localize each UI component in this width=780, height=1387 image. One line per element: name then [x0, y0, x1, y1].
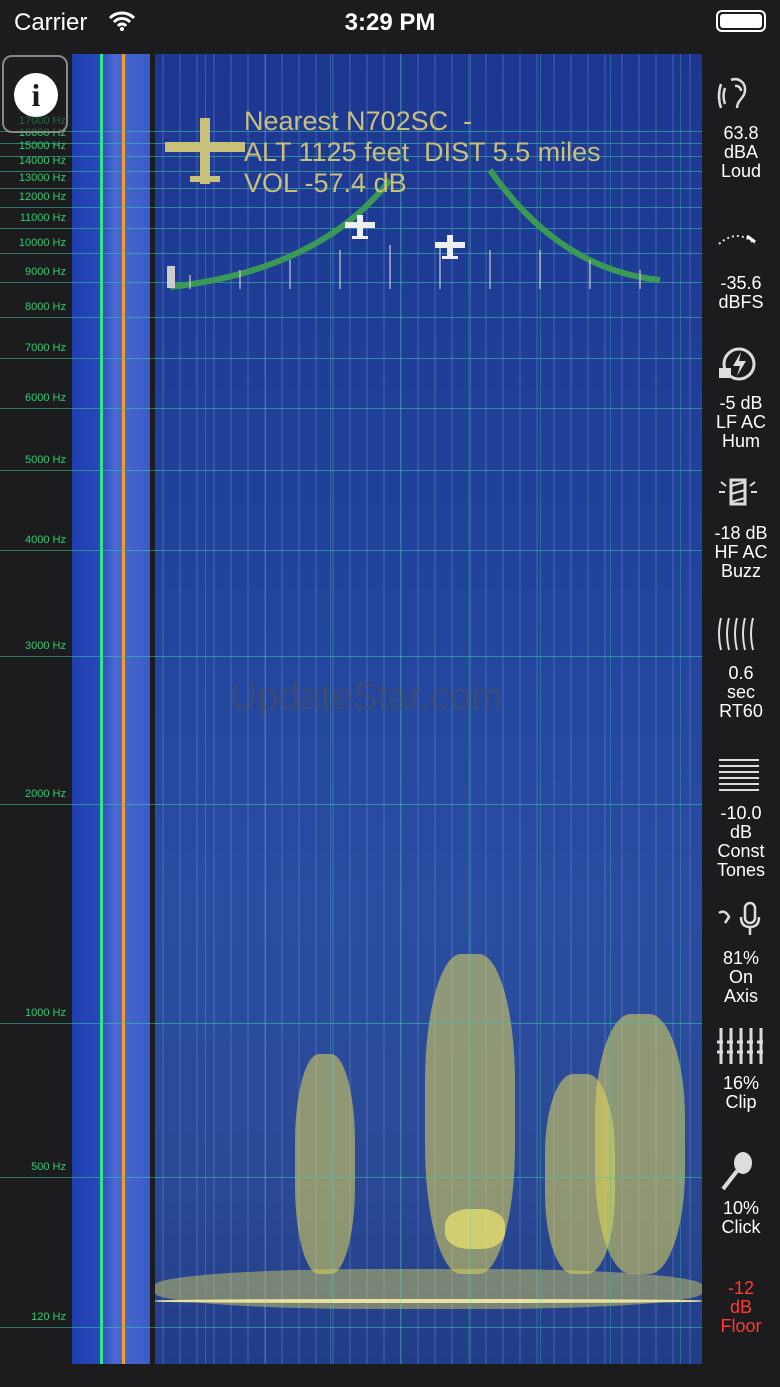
- metric-speaker-mic[interactable]: 81% On Axis: [702, 899, 780, 1006]
- metric-text: Click: [721, 1217, 761, 1237]
- metric-text: On: [728, 967, 753, 987]
- ear-icon: [717, 77, 747, 109]
- freq-label: 3000 Hz: [25, 640, 66, 652]
- metric-text: Loud: [720, 161, 762, 181]
- grid-line-vertical: [680, 54, 681, 1364]
- metric-meter[interactable]: -35.6 dBFS: [702, 224, 780, 312]
- watermark: UpdateStar.com: [230, 676, 503, 718]
- grid-line: [0, 804, 702, 805]
- plane-icon-small: [345, 215, 465, 259]
- freq-label: 9000 Hz: [25, 266, 66, 278]
- reverb-icon: [718, 617, 754, 651]
- metric-text: 10%: [722, 1198, 760, 1218]
- metric-text: LF AC: [715, 412, 767, 432]
- grid-line: [0, 1327, 702, 1328]
- metric-text: RT60: [719, 701, 763, 721]
- grid-line: [0, 358, 702, 359]
- freq-label: 4000 Hz: [25, 534, 66, 546]
- metric-bulb[interactable]: -18 dB HF AC Buzz: [702, 474, 780, 581]
- freq-label: 5000 Hz: [25, 454, 66, 466]
- grid-line: [0, 408, 702, 409]
- metric-text: 0.6: [728, 663, 754, 683]
- metric-text: Const: [717, 841, 765, 861]
- grid-line: [0, 317, 702, 318]
- freq-label: 12000 Hz: [18, 191, 66, 203]
- metric-text: 63.8: [723, 123, 759, 143]
- grid-line: [0, 1023, 702, 1024]
- metric-maraca[interactable]: 10% Click: [702, 1149, 780, 1237]
- info-icon: i: [14, 73, 58, 117]
- freq-label: 11000 Hz: [19, 212, 66, 224]
- frequency-axis: 17000 Hz16000 Hz15000 Hz14000 Hz13000 Hz…: [0, 54, 72, 1364]
- spectrum-trace-orange: [122, 54, 125, 1364]
- freq-label: 8000 Hz: [25, 301, 66, 313]
- bulb-icon: [719, 478, 757, 506]
- metric-text: Tones: [716, 860, 766, 880]
- grid-line: [0, 470, 702, 471]
- metric-text: 16%: [722, 1073, 760, 1093]
- meter-icon: [718, 234, 756, 245]
- freq-label: 500 Hz: [31, 1161, 66, 1173]
- metric-reverb[interactable]: 0.6 sec RT60: [702, 614, 780, 721]
- battery-icon: [716, 10, 766, 32]
- metric-clip[interactable]: 16% Clip: [702, 1024, 780, 1112]
- metric-text: -10.0: [720, 803, 762, 823]
- metrics-sidebar: 63.8 dBA Loud -35.6 dBFS -5 dB LF AC Hum -18 dB H…: [702, 54, 780, 1364]
- clip-icon: [717, 1028, 765, 1064]
- spectrum-trace-green: [100, 54, 103, 1364]
- grid-line: [0, 1177, 702, 1178]
- metric-text: Floor: [720, 1316, 762, 1336]
- freq-label: 15000 Hz: [18, 140, 66, 152]
- metric-text: HF AC: [714, 542, 768, 562]
- metric-plug-lightning[interactable]: -5 dB LF AC Hum: [702, 344, 780, 451]
- aircraft-info: Nearest N702SC - ALT 1125 feet DIST 5.5 m…: [244, 106, 601, 198]
- metric-text: -12: [727, 1278, 754, 1298]
- freq-label: 120 Hz: [31, 1311, 66, 1323]
- grid-line: [0, 550, 702, 551]
- metric-text: Buzz: [720, 561, 762, 581]
- lines-icon: [719, 759, 759, 791]
- plug-lightning-icon: [719, 347, 756, 381]
- metric-ear[interactable]: 63.8 dBA Loud: [702, 74, 780, 181]
- freq-label: 13000 Hz: [18, 172, 66, 184]
- status-bar: Carrier 3:29 PM: [0, 0, 780, 46]
- metric-lines[interactable]: -10.0 dB Const Tones: [702, 754, 780, 880]
- speaker-mic-icon: [718, 901, 761, 935]
- metric-text: sec: [726, 682, 755, 702]
- freq-label: 1000 Hz: [25, 1007, 66, 1019]
- metric-text: -5 dB: [719, 393, 763, 413]
- freq-label: 2000 Hz: [25, 788, 66, 800]
- freq-label: 6000 Hz: [25, 392, 66, 404]
- clock: 3:29 PM: [344, 9, 436, 36]
- metric-text: dBA: [723, 142, 759, 162]
- metric-text: Hum: [721, 431, 760, 451]
- plane-icon: [165, 118, 245, 184]
- freq-label: 10000 Hz: [18, 237, 66, 249]
- metric-text: Clip: [725, 1092, 757, 1112]
- info-button[interactable]: i: [2, 55, 68, 133]
- maraca-icon: [721, 1152, 752, 1191]
- metric-text: 81%: [722, 948, 760, 968]
- metric-text: -18 dB: [714, 523, 768, 543]
- metric-text: Axis: [723, 986, 758, 1006]
- metric-text: dB: [729, 1297, 753, 1317]
- metric-text: -35.6: [720, 273, 762, 293]
- metric-floor[interactable]: -12 dB Floor: [702, 1279, 780, 1336]
- freq-label: 7000 Hz: [25, 342, 66, 354]
- metric-text: dB: [729, 822, 753, 842]
- spectrum-strip: [72, 54, 150, 1364]
- grid-line: [0, 656, 702, 657]
- metric-text: dBFS: [718, 292, 764, 312]
